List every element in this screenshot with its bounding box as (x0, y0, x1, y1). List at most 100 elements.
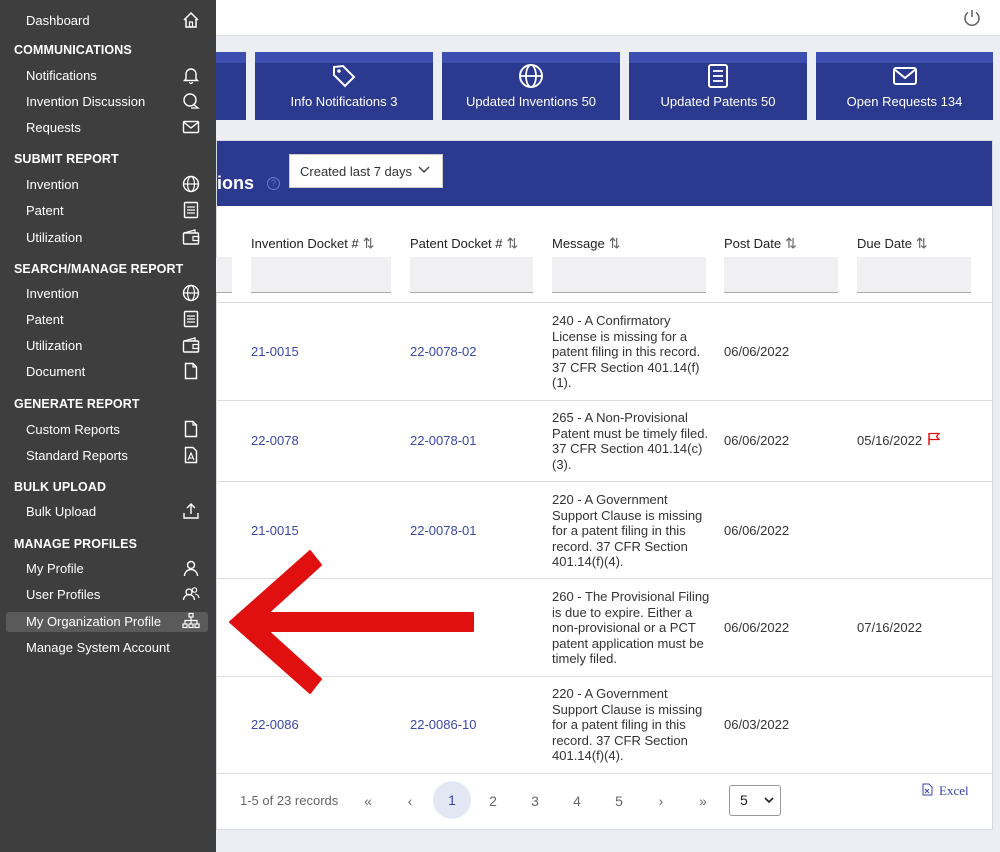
section-submit-report: SUBMIT REPORT (14, 152, 119, 166)
column-header-due-date[interactable]: Due Date ⇅ (857, 235, 928, 252)
column-header-patent-docket[interactable]: Patent Docket # ⇅ (410, 235, 518, 252)
file-icon (184, 420, 198, 438)
sidebar-item-standard-reports[interactable]: Standard Reports (0, 446, 208, 466)
first-page-button[interactable]: « (350, 786, 386, 816)
power-icon[interactable] (962, 8, 982, 28)
sidebar-item-submit-patent[interactable]: Patent (0, 201, 208, 221)
stat-card-info-notifications[interactable]: Info Notifications 3 (255, 52, 433, 120)
column-filter-input[interactable] (724, 257, 838, 293)
sidebar-item-label: Standard Reports (26, 448, 128, 463)
date-filter-select[interactable]: Created last 7 days (289, 154, 443, 188)
section-manage-profiles: MANAGE PROFILES (14, 537, 138, 551)
sidebar-item-label: My Profile (26, 561, 84, 576)
post-date-cell: 06/06/2022 (724, 344, 790, 359)
due-date-cell: 05/16/2022 (857, 433, 923, 448)
document-icon (708, 64, 728, 88)
message-cell: 220 - A Government Support Clause is mis… (552, 492, 703, 569)
last-page-button[interactable]: » (685, 786, 721, 816)
sort-icon[interactable]: ⇅ (785, 235, 797, 251)
page-button-1[interactable]: 1 (433, 781, 471, 819)
globe-icon (519, 64, 543, 88)
page-size-value: 5 (740, 792, 748, 808)
sidebar-item-manage-patent[interactable]: Patent (0, 310, 208, 330)
excel-export-button[interactable]: Excel (922, 783, 969, 799)
page-button-3[interactable]: 3 (517, 786, 553, 816)
next-page-button[interactable]: › (643, 786, 679, 816)
stat-card-open-requests[interactable]: Open Requests 134 (816, 52, 993, 120)
org-chart-icon (182, 612, 200, 629)
red-arrow-annotation (229, 550, 474, 694)
envelope-icon (182, 120, 200, 134)
stat-card-label: Info Notifications 3 (290, 94, 398, 109)
stat-card-partial[interactable] (216, 52, 246, 120)
column-header-message[interactable]: Message ⇅ (552, 235, 620, 252)
patent-docket-link[interactable]: 22-0078-01 (410, 433, 477, 449)
section-search-manage-report: SEARCH/MANAGE REPORT (14, 262, 184, 276)
post-date-cell: 06/06/2022 (724, 620, 790, 635)
sidebar-item-user-profiles[interactable]: User Profiles (0, 585, 208, 605)
upload-icon (183, 503, 199, 519)
column-label: Invention Docket # (251, 236, 359, 251)
sidebar-item-invention-discussion[interactable]: Invention Discussion (0, 92, 208, 112)
wallet-icon (182, 229, 200, 245)
sidebar-item-label: Custom Reports (26, 422, 120, 437)
stat-card-updated-inventions[interactable]: Updated Inventions 50 (442, 52, 620, 120)
invention-docket-link[interactable]: 22-0078 (251, 433, 299, 449)
sidebar-item-manage-document[interactable]: Document (0, 362, 208, 382)
sidebar-item-label: Invention Discussion (26, 94, 146, 109)
sort-icon[interactable]: ⇅ (363, 235, 375, 251)
sidebar-item-manage-utilization[interactable]: Utilization (0, 336, 208, 356)
sidebar-item-bulk-upload[interactable]: Bulk Upload (0, 502, 208, 522)
patent-docket-link[interactable]: 22-0078-01 (410, 523, 477, 539)
sidebar-item-submit-invention[interactable]: Invention (0, 175, 208, 195)
records-summary: 1-5 of 23 records (240, 793, 339, 808)
sidebar-item-submit-utilization[interactable]: Utilization (0, 228, 208, 248)
sidebar-item-my-organization-profile[interactable]: My Organization Profile (6, 612, 208, 632)
help-icon[interactable]: ? (267, 177, 280, 190)
sidebar-item-label: Invention (26, 177, 79, 192)
column-filter-input[interactable] (552, 257, 706, 293)
sidebar-item-manage-system-account[interactable]: Manage System Account (0, 638, 208, 658)
patent-docket-link[interactable]: 22-0086-10 (410, 717, 477, 733)
stat-card-updated-patents[interactable]: Updated Patents 50 (629, 52, 807, 120)
column-header-post-date[interactable]: Post Date ⇅ (724, 235, 797, 252)
post-date-cell: 06/06/2022 (724, 523, 790, 538)
sidebar-item-dashboard[interactable]: Dashboard (0, 11, 208, 31)
page-button-5[interactable]: 5 (601, 786, 637, 816)
due-date-cell: 07/16/2022 (857, 620, 923, 635)
page-button-4[interactable]: 4 (559, 786, 595, 816)
prev-page-button[interactable]: ‹ (392, 786, 428, 816)
patent-docket-link[interactable]: 22-0078-02 (410, 344, 477, 360)
sidebar-item-label: Document (26, 364, 86, 379)
column-filter-input[interactable] (857, 257, 971, 293)
page-size-select[interactable]: 5 (729, 785, 781, 816)
sidebar-item-requests[interactable]: Requests (0, 118, 208, 138)
sidebar-item-label: Notifications (26, 68, 97, 83)
column-filter-input[interactable] (410, 257, 533, 293)
column-label: Post Date (724, 236, 782, 251)
page-button-2[interactable]: 2 (475, 786, 511, 816)
sidebar-item-label: Utilization (26, 338, 83, 353)
invention-docket-link[interactable]: 22-0086 (251, 717, 299, 733)
sidebar-item-custom-reports[interactable]: Custom Reports (0, 420, 208, 440)
users-icon (182, 587, 200, 601)
invention-docket-link[interactable]: 21-0015 (251, 344, 299, 360)
sort-icon[interactable]: ⇅ (609, 235, 621, 251)
row-divider (216, 302, 993, 303)
tag-icon (333, 64, 356, 88)
sort-icon[interactable]: ⇅ (507, 235, 519, 251)
column-header-invention-docket[interactable]: Invention Docket # ⇅ (251, 235, 374, 252)
sidebar-item-my-profile[interactable]: My Profile (0, 559, 208, 579)
section-bulk-upload: BULK UPLOAD (14, 480, 107, 494)
row-divider (216, 773, 993, 774)
user-icon (183, 560, 199, 577)
sidebar-item-manage-invention[interactable]: Invention (0, 284, 208, 304)
invention-docket-link[interactable]: 21-0015 (251, 523, 299, 539)
column-label: Message (552, 236, 605, 251)
wallet-icon (182, 337, 200, 353)
sort-icon[interactable]: ⇅ (916, 235, 928, 251)
sidebar-item-notifications[interactable]: Notifications (0, 66, 208, 86)
column-filter-input[interactable] (216, 257, 232, 293)
chevron-down-icon (764, 797, 774, 804)
column-filter-input[interactable] (251, 257, 391, 293)
